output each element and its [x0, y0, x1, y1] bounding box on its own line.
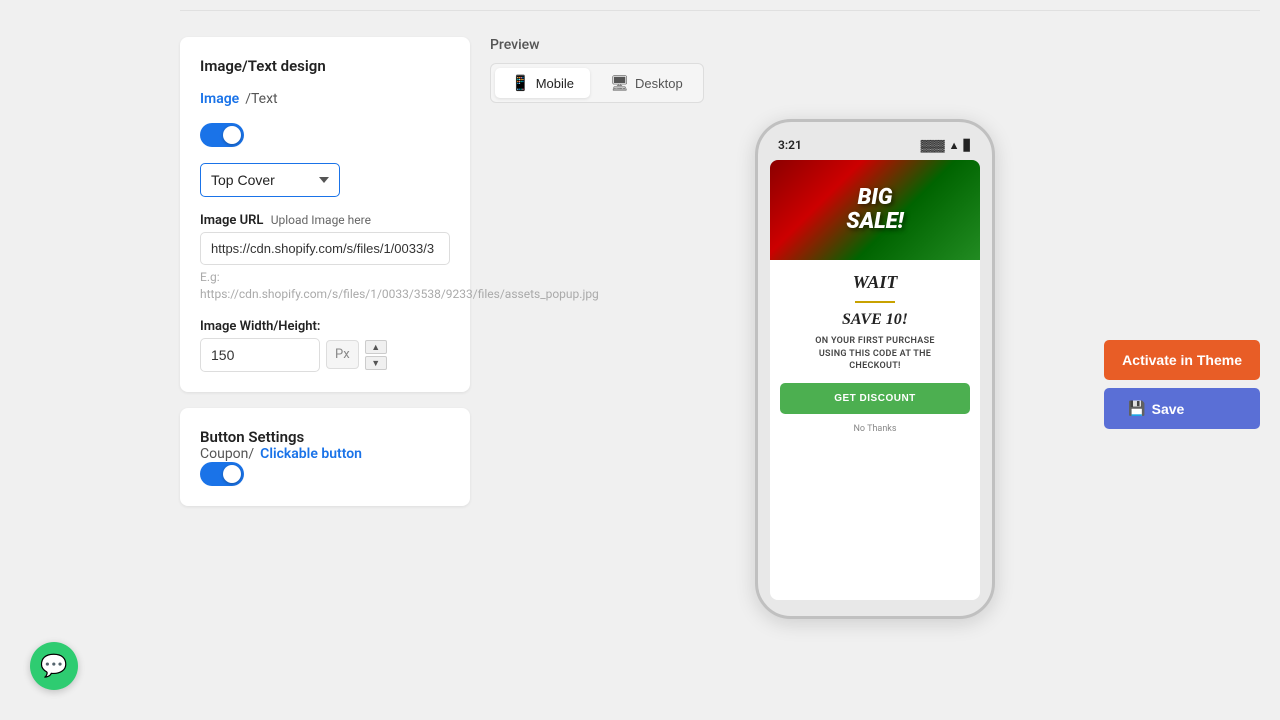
popup-desc: ON YOUR FIRST PURCHASE USING THIS CODE A…	[815, 335, 935, 373]
button-settings-panel: Button Settings Coupon/ Clickable button	[180, 408, 470, 506]
popup-divider	[855, 301, 895, 303]
phone-screen: BIG SALE! WAIT SAVE 10! ON YOUR FIRST PU…	[770, 160, 980, 600]
coupon-toggle-knob	[223, 465, 241, 483]
px-label: Px	[326, 340, 359, 369]
toggle-track	[200, 123, 244, 147]
panel-title: Image/Text design	[200, 57, 450, 75]
popup-desc-3: CHECKOUT!	[815, 360, 935, 373]
action-buttons: Activate in Theme 💾 Save	[1104, 340, 1260, 429]
mobile-icon: 📱	[511, 74, 530, 92]
coupon-toggle-row: Coupon/ Clickable button	[200, 446, 450, 462]
design-panel: Image/Text design Image /Text Top Cover	[180, 37, 470, 392]
coupon-label: Coupon/	[200, 446, 254, 462]
tab-mobile[interactable]: 📱 Mobile	[495, 68, 590, 98]
toggle-label-image: Image	[200, 91, 239, 107]
signal-icon: ▓▓▓	[921, 139, 945, 152]
preview-section: Preview 📱 Mobile 🖥 Desktop 3:21	[490, 37, 1260, 619]
tab-mobile-label: Mobile	[536, 76, 574, 91]
preview-label: Preview	[490, 37, 540, 53]
coupon-toggle[interactable]	[200, 462, 244, 486]
tab-desktop-label: Desktop	[635, 76, 683, 91]
chat-bubble[interactable]: 💬	[30, 642, 78, 690]
chat-icon: 💬	[40, 654, 67, 679]
popup-wait: WAIT	[853, 272, 898, 293]
spinner-down[interactable]: ▼	[365, 356, 387, 370]
save-icon: 💾	[1128, 400, 1145, 417]
upload-label: Upload Image here	[271, 213, 371, 227]
coupon-toggle-track	[200, 462, 244, 486]
popup-image-text: BIG SALE!	[846, 186, 903, 234]
phone-time: 3:21	[778, 138, 802, 152]
position-dropdown[interactable]: Top Cover Left Right Bottom	[200, 163, 340, 197]
image-url-input[interactable]	[200, 232, 450, 265]
preview-tabs: 📱 Mobile 🖥 Desktop	[490, 63, 704, 103]
sidebar	[0, 0, 160, 720]
popup-desc-1: ON YOUR FIRST PURCHASE	[815, 335, 935, 348]
phone-status-bar: 3:21 ▓▓▓ ▲ ▊	[770, 138, 980, 152]
popup-get-discount-btn[interactable]: GET DISCOUNT	[780, 383, 970, 414]
image-text-toggle[interactable]	[200, 123, 244, 147]
toggle-knob	[223, 126, 241, 144]
popup-no-thanks[interactable]: No Thanks	[853, 424, 896, 434]
save-label: Save	[1152, 401, 1185, 417]
sale-text: SALE!	[846, 210, 903, 234]
popup-content: WAIT SAVE 10! ON YOUR FIRST PURCHASE USI…	[770, 260, 980, 600]
image-url-container: Image URL Upload Image here E.g: https:/…	[200, 213, 450, 303]
size-input[interactable]	[200, 338, 320, 372]
spinner-up[interactable]: ▲	[365, 340, 387, 354]
toggle-label-text: /Text	[245, 91, 277, 107]
image-url-label: Image URL Upload Image here	[200, 213, 450, 228]
size-label: Image Width/Height:	[200, 319, 450, 334]
wifi-icon: ▲	[949, 139, 960, 152]
activate-in-theme-button[interactable]: Activate in Theme	[1104, 340, 1260, 380]
big-text: BIG	[846, 186, 903, 210]
phone-icons: ▓▓▓ ▲ ▊	[921, 139, 972, 152]
size-container: Image Width/Height: Px ▲ ▼	[200, 319, 450, 372]
phone-mockup: 3:21 ▓▓▓ ▲ ▊ BIG SALE!	[755, 119, 995, 619]
image-url-hint: E.g: https://cdn.shopify.com/s/files/1/0…	[200, 269, 450, 303]
tab-desktop[interactable]: 🖥 Desktop	[594, 68, 699, 98]
page-wrapper: Image/Text design Image /Text Top Cover	[0, 0, 1280, 720]
image-text-toggle-row: Image /Text	[200, 91, 450, 107]
popup-desc-2: USING THIS CODE AT THE	[815, 348, 935, 361]
save-button[interactable]: 💾 Save	[1104, 388, 1260, 429]
spinner-buttons: ▲ ▼	[365, 340, 387, 370]
content-row: Image/Text design Image /Text Top Cover	[180, 37, 1260, 619]
left-panels: Image/Text design Image /Text Top Cover	[180, 37, 470, 506]
button-panel-title: Button Settings	[200, 428, 450, 446]
clickable-label: Clickable button	[260, 446, 362, 462]
popup-save: SAVE 10!	[842, 311, 908, 329]
top-divider	[180, 10, 1260, 11]
desktop-icon: 🖥	[610, 74, 629, 92]
popup-image: BIG SALE!	[770, 160, 980, 260]
size-row: Px ▲ ▼	[200, 338, 450, 372]
dropdown-container: Top Cover Left Right Bottom	[200, 163, 450, 197]
battery-icon: ▊	[964, 139, 972, 152]
